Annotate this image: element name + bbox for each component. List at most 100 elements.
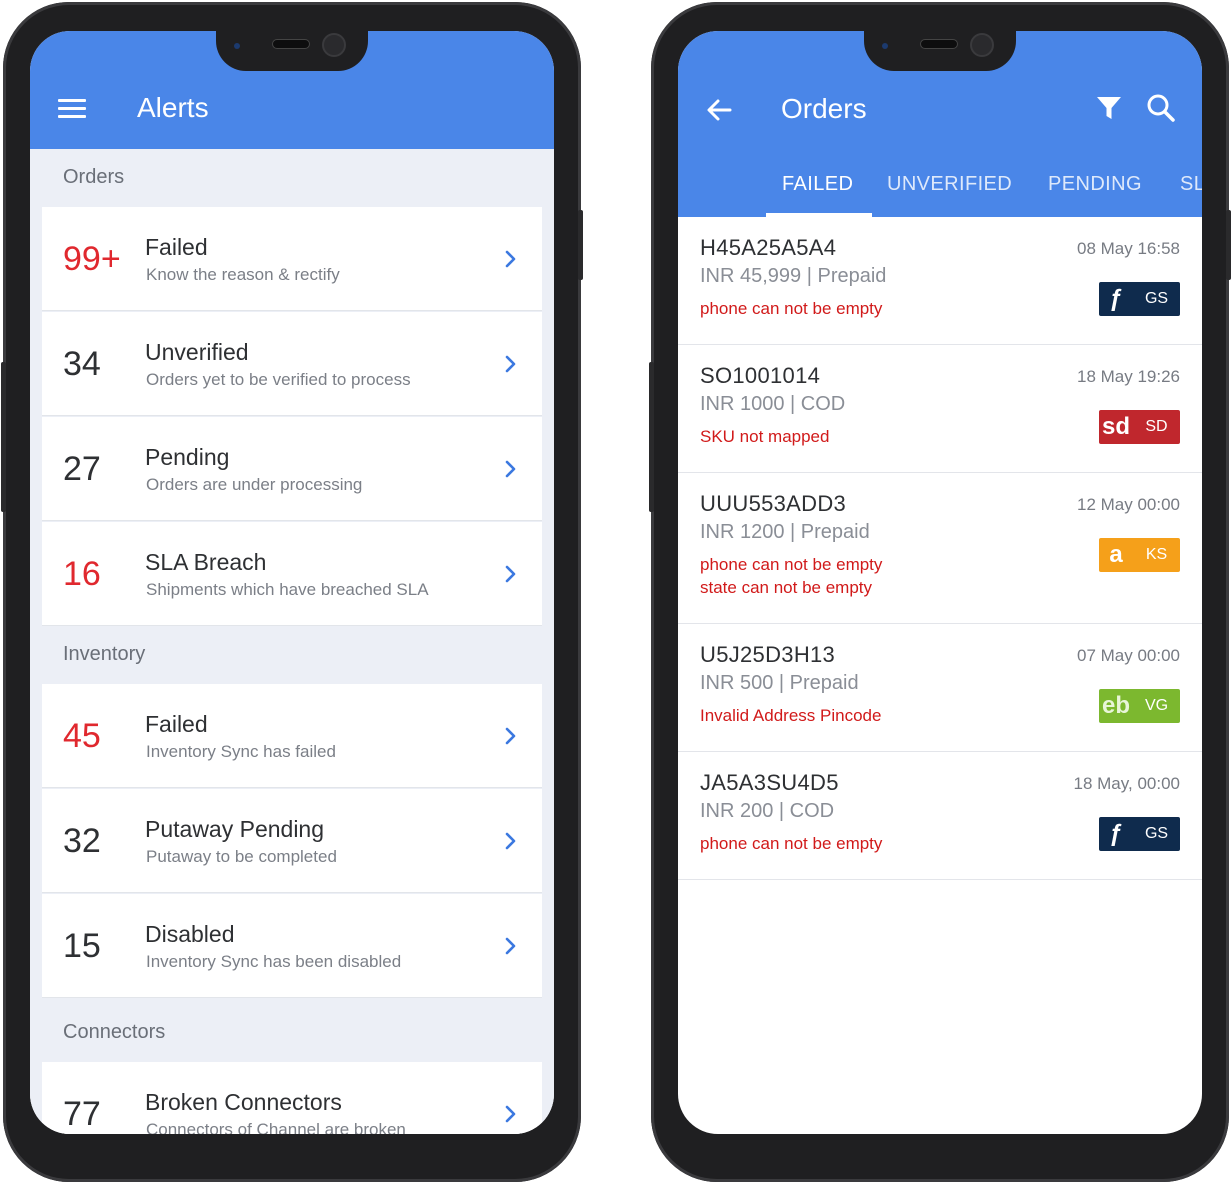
order-error: phone can not be empty — [700, 834, 883, 853]
order-row[interactable]: H45A25A5A4 INR 45,999 | Prepaid 08 May 16:… — [678, 217, 1202, 345]
camera-dot — [882, 43, 888, 49]
alert-title: SLA Breach — [145, 549, 267, 575]
alert-subtitle: Orders yet to be verified to process — [146, 370, 411, 389]
channel-badge: a KS — [1099, 538, 1180, 572]
alert-card[interactable]: 45 Failed Inventory Sync has failed — [42, 684, 542, 788]
order-amount: INR 1200 | Prepaid — [700, 521, 870, 543]
order-tabs: FAILED UNVERIFIED PENDING SL — [678, 169, 1202, 217]
channel-logo-icon: a — [1109, 541, 1123, 568]
chevron-right-icon[interactable] — [504, 831, 518, 851]
order-row[interactable]: U5J25D3H13 INR 500 | Prepaid 07 May 00:00 I… — [678, 624, 1202, 752]
order-id: UUU553ADD3 — [700, 491, 847, 516]
chevron-right-icon[interactable] — [504, 1104, 518, 1124]
alert-count: 32 — [63, 822, 101, 860]
speaker-grille — [920, 39, 958, 49]
menu-icon[interactable] — [58, 99, 86, 119]
order-amount: INR 45,999 | Prepaid — [700, 265, 887, 287]
alert-count: 15 — [63, 927, 101, 965]
page-title: Orders — [781, 93, 867, 124]
order-time: 18 May 19:26 — [1076, 367, 1180, 386]
tab-failed[interactable]: FAILED — [782, 173, 853, 196]
alert-card[interactable]: 32 Putaway Pending Putaway to be completed — [42, 789, 542, 893]
alert-card[interactable]: 15 Disabled Inventory Sync has been disabl… — [42, 894, 542, 998]
tab-unverified[interactable]: UNVERIFIED — [887, 173, 1012, 196]
alert-card[interactable]: 34 Unverified Orders yet to be verified to… — [42, 312, 542, 416]
order-row[interactable]: UUU553ADD3 INR 1200 | Prepaid 12 May 00:00… — [678, 473, 1202, 624]
order-amount: INR 200 | COD — [700, 800, 835, 822]
alerts-list: Orders 99+ Failed Know the reason & rectify… — [30, 149, 554, 1134]
orders-screen: Orders FAILED UNVERIFIED PENDING SL H45A25A… — [678, 31, 1202, 1134]
side-button — [578, 210, 583, 280]
back-arrow-icon[interactable] — [704, 95, 734, 125]
order-row[interactable]: SO1001014 INR 1000 | COD 18 May 19:26 SKU n… — [678, 345, 1202, 473]
alert-card[interactable]: 16 SLA Breach Shipments which have breache… — [42, 522, 542, 626]
channel-code: VG — [1144, 697, 1169, 714]
alert-title: Putaway Pending — [145, 816, 325, 842]
order-error: phone can not be empty — [700, 299, 883, 318]
channel-badge: sd SD — [1099, 410, 1180, 444]
notch — [216, 31, 368, 71]
speaker-grille — [272, 39, 310, 49]
camera-dot — [234, 43, 240, 49]
alert-card[interactable]: 99+ Failed Know the reason & rectify — [42, 207, 542, 311]
alert-title: Broken Connectors — [145, 1089, 342, 1115]
alert-title: Pending — [145, 444, 230, 470]
order-id: U5J25D3H13 — [700, 642, 836, 667]
channel-logo-icon: ƒ — [1109, 820, 1123, 847]
channel-logo-icon: ƒ — [1109, 285, 1123, 312]
tab-sl[interactable]: SL — [1180, 173, 1202, 196]
channel-code: GS — [1144, 825, 1169, 842]
channel-logo-icon: sd — [1101, 413, 1130, 440]
order-amount: INR 1000 | COD — [700, 393, 846, 415]
alert-count: 34 — [63, 345, 101, 383]
chevron-right-icon[interactable] — [504, 936, 518, 956]
notch — [864, 31, 1016, 71]
alert-title: Unverified — [145, 339, 249, 365]
order-amount: INR 500 | Prepaid — [700, 672, 859, 694]
alert-subtitle: Orders are under processing — [146, 475, 363, 494]
section-title: Orders — [63, 166, 125, 188]
order-time: 07 May 00:00 — [1076, 646, 1180, 665]
page-title: Alerts — [137, 92, 209, 123]
chevron-right-icon[interactable] — [504, 726, 518, 746]
order-error: state can not be empty — [700, 578, 872, 597]
front-camera — [970, 33, 994, 57]
alert-subtitle: Putaway to be completed — [146, 847, 337, 866]
alert-title: Failed — [145, 234, 208, 260]
chevron-right-icon[interactable] — [504, 249, 518, 269]
chevron-right-icon[interactable] — [504, 459, 518, 479]
order-time: 12 May 00:00 — [1076, 495, 1180, 514]
channel-badge: ƒ GS — [1099, 282, 1180, 316]
alert-subtitle: Know the reason & rectify — [146, 265, 340, 284]
channel-badge: ƒ GS — [1099, 817, 1180, 851]
chevron-right-icon[interactable] — [504, 354, 518, 374]
alert-count: 45 — [63, 717, 101, 755]
side-button — [1, 362, 6, 512]
chevron-right-icon[interactable] — [504, 564, 518, 584]
order-error: phone can not be empty — [700, 555, 883, 574]
alert-title: Disabled — [145, 921, 235, 947]
alert-card[interactable]: 27 Pending Orders are under processing — [42, 417, 542, 521]
side-button — [649, 362, 654, 512]
alert-card[interactable]: 77 Broken Connectors Connectors of Channel… — [42, 1062, 542, 1134]
order-error: SKU not mapped — [700, 427, 830, 446]
order-id: SO1001014 — [700, 363, 821, 388]
channel-code: GS — [1144, 290, 1169, 307]
alert-count: 16 — [63, 555, 101, 593]
alert-count: 99+ — [63, 240, 121, 278]
filter-icon[interactable] — [1096, 95, 1122, 121]
section-title: Inventory — [63, 643, 146, 665]
search-icon[interactable] — [1146, 93, 1176, 123]
alert-subtitle: Inventory Sync has been disabled — [146, 952, 402, 971]
tab-pending[interactable]: PENDING — [1048, 173, 1142, 196]
alert-count: 77 — [63, 1095, 101, 1133]
order-id: H45A25A5A4 — [700, 235, 837, 260]
order-error: Invalid Address Pincode — [700, 706, 882, 725]
order-row[interactable]: JA5A3SU4D5 INR 200 | COD 18 May, 00:00 phon… — [678, 752, 1202, 880]
side-button — [1226, 210, 1231, 280]
channel-badge: eb VG — [1099, 689, 1180, 723]
order-time: 18 May, 00:00 — [1073, 774, 1180, 793]
alert-subtitle: Connectors of Channel are broken — [146, 1120, 406, 1134]
alert-subtitle: Inventory Sync has failed — [146, 742, 336, 761]
front-camera — [322, 33, 346, 57]
